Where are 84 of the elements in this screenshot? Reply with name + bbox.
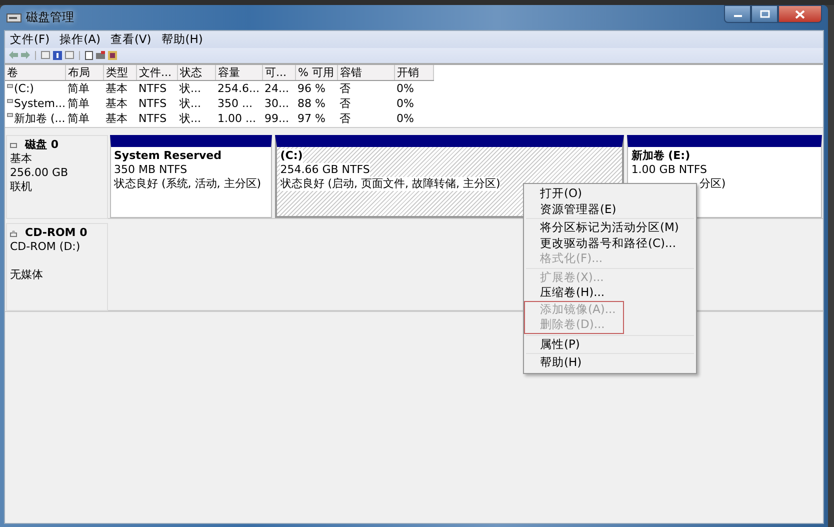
menu-item[interactable]: 更改驱动器号和路径(C)... — [524, 236, 696, 251]
table-cell: 254.6... — [218, 82, 260, 95]
table-cell: 0% — [396, 82, 414, 95]
table-cell: 简单 — [68, 82, 90, 95]
disk-info: 无媒体 — [10, 268, 44, 282]
column-header[interactable]: 卷 — [5, 65, 66, 80]
panel-icon[interactable] — [41, 51, 50, 59]
minimize-button[interactable] — [724, 5, 751, 23]
table-cell: 状... — [180, 82, 202, 95]
partition-size: 254.66 GB NTFS — [280, 163, 370, 177]
table-cell: 状... — [180, 112, 202, 125]
table-cell: 基本 — [106, 82, 128, 95]
table-cell: 350 ... — [218, 97, 252, 110]
partition-name: 新加卷 (E:) — [631, 149, 690, 163]
properties-icon[interactable] — [108, 50, 117, 60]
partition-block[interactable]: System Reserved 350 MB NTFS 状态良好 (系统, 活动, 主分区) — [110, 135, 272, 218]
maximize-button[interactable] — [751, 5, 778, 23]
table-cell: 否 — [340, 82, 351, 95]
column-header[interactable]: 布局 — [66, 65, 104, 80]
disk-info: 基本 — [10, 152, 33, 166]
table-cell: 基本 — [106, 112, 128, 125]
document-icon[interactable] — [85, 50, 93, 60]
table-cell: 0% — [396, 112, 414, 125]
menu-item[interactable]: 属性(P) — [524, 336, 696, 352]
window-title: 磁盘管理 — [26, 9, 74, 26]
column-header[interactable]: % 可用 — [296, 65, 338, 80]
disk-name: 磁盘 0 — [25, 138, 58, 152]
column-header[interactable]: 状态 — [178, 65, 216, 80]
menu-item[interactable]: 操作(A) — [58, 32, 102, 47]
column-header[interactable]: 容错 — [338, 65, 395, 80]
panel-icon[interactable] — [65, 51, 74, 59]
partition-name: (C:) — [280, 149, 303, 163]
table-cell: 1.00 ... — [218, 112, 256, 125]
table-cell: 0% — [396, 97, 414, 110]
table-cell: System... — [14, 97, 66, 110]
column-header[interactable]: 可... — [262, 65, 296, 80]
column-header[interactable]: 文件... — [136, 65, 178, 80]
volume-icon — [7, 99, 13, 103]
partition-size: 350 MB NTFS — [114, 163, 188, 177]
table-cell: 24... — [264, 82, 290, 95]
menu-item[interactable]: 将分区标记为活动分区(M) — [524, 220, 696, 236]
close-icon — [795, 10, 805, 18]
table-cell: 99... — [264, 112, 290, 125]
table-cell: NTFS — [138, 112, 167, 125]
table-cell: 30... — [264, 97, 290, 110]
menu-item[interactable]: 查看(V) — [109, 32, 152, 47]
disk-info: 联机 — [10, 180, 33, 194]
help-icon[interactable] — [53, 50, 62, 60]
maximize-icon — [760, 10, 770, 18]
table-cell: 96 % — [298, 82, 326, 95]
table-cell: NTFS — [138, 82, 167, 95]
disk-label-panel[interactable]: 磁盘 0 基本 256.00 GB 联机 — [6, 135, 108, 219]
table-cell: 97 % — [298, 112, 326, 125]
column-header[interactable]: 开销 — [394, 65, 434, 80]
table-cell: 否 — [340, 97, 351, 110]
partition-name: System Reserved — [114, 149, 222, 163]
partition-status: 状态良好 (启动, 页面文件, 故障转储, 主分区) — [280, 177, 500, 191]
volume-icon — [7, 84, 13, 88]
table-cell: 88 % — [298, 97, 326, 110]
table-cell: 状... — [180, 97, 202, 110]
menu-item[interactable]: 帮助(H) — [160, 32, 204, 47]
disk-info: CD-ROM (D:) — [10, 240, 82, 254]
folder-icon[interactable] — [96, 51, 105, 59]
table-cell: 基本 — [106, 97, 128, 110]
volume-icon — [7, 113, 13, 117]
table-cell: NTFS — [138, 97, 167, 110]
column-header[interactable]: 容量 — [216, 65, 263, 80]
table-cell: (C:) — [14, 82, 34, 95]
close-button[interactable] — [778, 5, 822, 23]
disk-info: 256.00 GB — [10, 166, 70, 180]
disk-label-panel[interactable]: CD-ROM 0 CD-ROM (D:) 无媒体 — [6, 223, 108, 311]
table-cell: 简单 — [68, 112, 90, 125]
partition-status: 分区) — [699, 177, 726, 191]
column-header[interactable]: 类型 — [104, 65, 137, 80]
menu-item[interactable]: 文件(F) — [9, 32, 51, 47]
disk-name: CD-ROM 0 — [25, 226, 88, 240]
table-cell: 新加卷 (... — [14, 111, 66, 126]
table-cell: 简单 — [68, 97, 90, 110]
cd-drive-icon — [10, 230, 17, 236]
menu-item[interactable]: 压缩卷(H)... — [524, 285, 696, 300]
partition-status: 状态良好 (系统, 活动, 主分区) — [114, 177, 262, 191]
disk-drive-icon — [6, 10, 22, 24]
menu-item[interactable]: 帮助(H) — [524, 355, 696, 370]
table-cell: 否 — [340, 112, 351, 125]
